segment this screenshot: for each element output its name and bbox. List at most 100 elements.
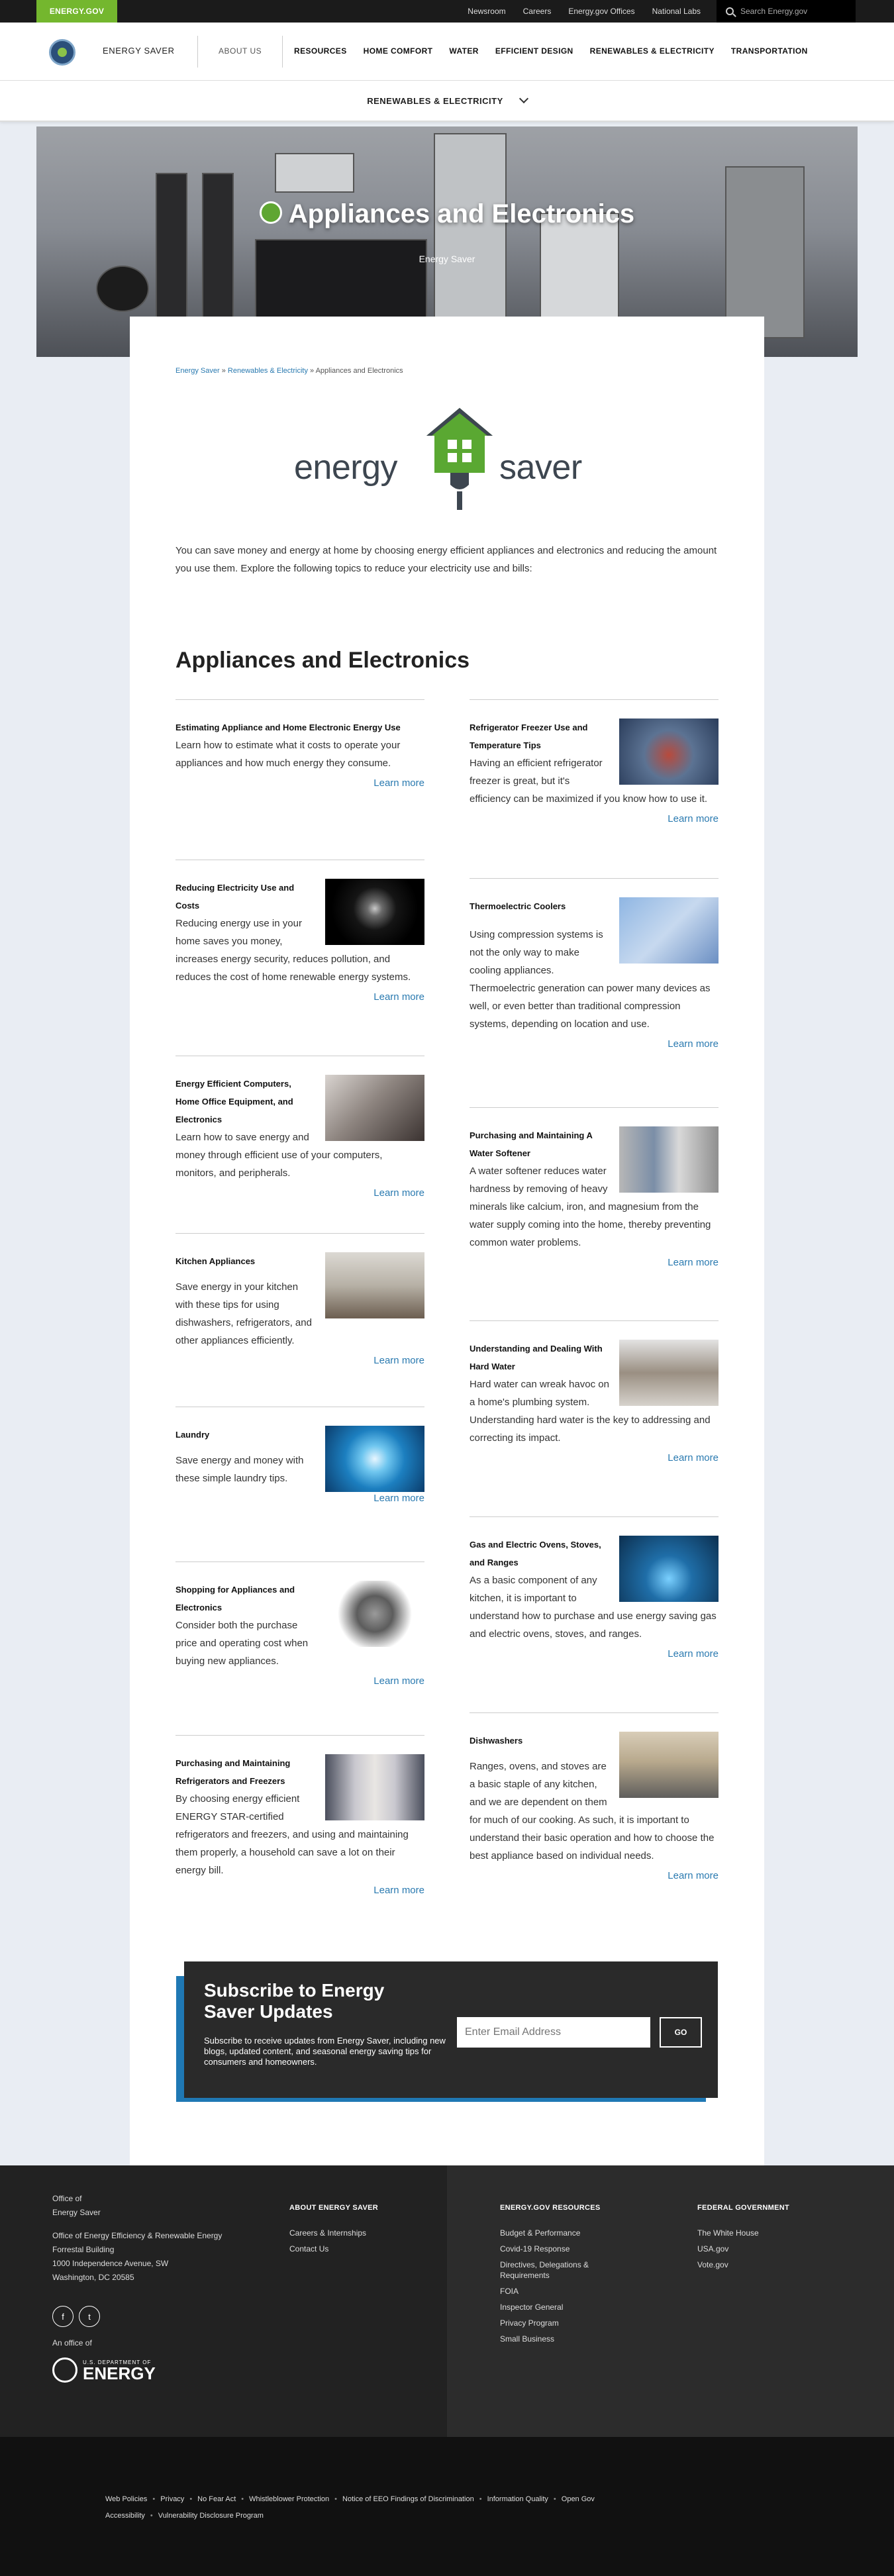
office-of-label: Office of bbox=[52, 2194, 82, 2203]
legal-link-web-policies[interactable]: Web Policies bbox=[105, 2495, 147, 2503]
learn-more-link[interactable]: Learn more bbox=[175, 777, 424, 789]
page-title-text: Appliances and Electronics bbox=[288, 199, 635, 228]
legal-bar: Web Policies • Privacy • No Fear Act • Whistle… bbox=[0, 2437, 894, 2576]
page-title: Appliances and Electronics bbox=[36, 199, 858, 229]
footer-link[interactable]: The White House bbox=[697, 2228, 817, 2238]
fridge-image bbox=[434, 133, 507, 345]
footer-link[interactable]: Small Business bbox=[500, 2334, 619, 2344]
learn-more-link[interactable]: Learn more bbox=[470, 1038, 719, 1050]
breadcrumb-section[interactable]: Renewables & Electricity bbox=[228, 367, 308, 375]
site-name-link[interactable]: ENERGY SAVER bbox=[103, 46, 175, 56]
nav-item-resources[interactable]: RESOURCES bbox=[294, 46, 347, 56]
nav-item-transportation[interactable]: TRANSPORTATION bbox=[731, 46, 808, 56]
footer-link[interactable]: Contact Us bbox=[289, 2244, 409, 2254]
footer-heading: ENERGY.GOV RESOURCES bbox=[500, 2204, 601, 2212]
subscribe-go-button[interactable]: GO bbox=[660, 2017, 702, 2048]
nav-item-renewables[interactable]: RENEWABLES & ELECTRICITY bbox=[590, 46, 715, 56]
footer-link[interactable]: FOIA bbox=[500, 2286, 619, 2297]
learn-more-link[interactable]: Learn more bbox=[470, 1648, 719, 1660]
breadcrumb-sep: » bbox=[219, 367, 228, 375]
learn-more-link[interactable]: Learn more bbox=[175, 1493, 424, 1504]
office-building: Forrestal Building bbox=[52, 2245, 115, 2254]
footer-heading: ABOUT ENERGY SAVER bbox=[289, 2204, 378, 2212]
search-icon bbox=[726, 7, 734, 15]
footer-link[interactable]: Careers & Internships bbox=[289, 2228, 409, 2238]
doe-seal-icon[interactable] bbox=[49, 39, 75, 66]
topic-title[interactable]: Estimating Appliance and Home Electronic… bbox=[175, 718, 424, 736]
footer-link[interactable]: Budget & Performance bbox=[500, 2228, 619, 2238]
energy-saver-house-icon bbox=[259, 201, 282, 224]
doe-logo-big-text: ENERGY bbox=[83, 2363, 156, 2383]
topic-card: Refrigerator Freezer Use and Temperature… bbox=[470, 699, 719, 878]
legal-link-open-gov[interactable]: Open Gov bbox=[562, 2495, 595, 2503]
nav-menu: RESOURCES HOME COMFORT WATER EFFICIENT D… bbox=[294, 46, 824, 56]
nav-divider bbox=[282, 36, 283, 68]
footer-link[interactable]: Covid-19 Response bbox=[500, 2244, 619, 2254]
subscribe-description: Subscribe to receive updates from Energy… bbox=[204, 2036, 446, 2067]
twitter-icon[interactable]: t bbox=[79, 2306, 100, 2327]
footer-link[interactable]: Directives, Delegations & Requirements bbox=[500, 2259, 619, 2281]
legal-link-no-fear-act[interactable]: No Fear Act bbox=[197, 2495, 236, 2503]
legal-link-vulnerability-disclosure[interactable]: Vulnerability Disclosure Program bbox=[158, 2512, 264, 2520]
section-dropdown-label: RENEWABLES & ELECTRICITY bbox=[367, 95, 503, 106]
footer-federal-column: FEDERAL GOVERNMENT The White House USA.g… bbox=[697, 2204, 817, 2275]
learn-more-link[interactable]: Learn more bbox=[470, 1257, 719, 1268]
utility-link-careers[interactable]: Careers bbox=[523, 7, 552, 16]
footer-link[interactable]: Vote.gov bbox=[697, 2259, 817, 2270]
utility-link-labs[interactable]: National Labs bbox=[652, 7, 701, 16]
gas-burner-image bbox=[619, 1536, 719, 1602]
learn-more-link[interactable]: Learn more bbox=[470, 813, 719, 824]
search-placeholder: Search Energy.gov bbox=[740, 7, 808, 16]
utility-link-offices[interactable]: Energy.gov Offices bbox=[568, 7, 634, 16]
learn-more-link[interactable]: Learn more bbox=[175, 1675, 424, 1687]
footer-link[interactable]: Privacy Program bbox=[500, 2318, 619, 2328]
utility-link-newsroom[interactable]: Newsroom bbox=[468, 7, 505, 16]
footer-link[interactable]: Inspector General bbox=[500, 2302, 619, 2312]
search-input[interactable]: Search Energy.gov bbox=[717, 0, 856, 23]
water-softener-image bbox=[619, 1126, 719, 1193]
topic-card: Laundry Save energy and money with these… bbox=[175, 1407, 424, 1561]
speaker-image bbox=[96, 266, 149, 312]
refrigerator-image bbox=[325, 1754, 424, 1820]
microwave-image bbox=[275, 153, 354, 193]
topic-card: Understanding and Dealing With Hard Wate… bbox=[470, 1320, 719, 1516]
breadcrumb-home[interactable]: Energy Saver bbox=[175, 367, 220, 375]
topic-card: Kitchen Appliances Save energy in your k… bbox=[175, 1233, 424, 1407]
legal-link-privacy[interactable]: Privacy bbox=[160, 2495, 184, 2503]
learn-more-link[interactable]: Learn more bbox=[175, 1355, 424, 1366]
nav-about-us[interactable]: ABOUT US bbox=[219, 46, 262, 56]
footer-resources-column: ENERGY.GOV RESOURCES Budget & Performanc… bbox=[500, 2204, 619, 2350]
energy-gov-home-link[interactable]: ENERGY.GOV bbox=[36, 0, 117, 23]
legal-link-information-quality[interactable]: Information Quality bbox=[487, 2495, 548, 2503]
learn-more-link[interactable]: Learn more bbox=[175, 1187, 424, 1199]
office-name[interactable]: Energy Saver bbox=[52, 2206, 222, 2220]
office-parent[interactable]: Office of Energy Efficiency & Renewable … bbox=[52, 2229, 222, 2243]
nav-item-home-comfort[interactable]: HOME COMFORT bbox=[364, 46, 433, 56]
an-office-of-label: An office of bbox=[52, 2338, 92, 2348]
email-field[interactable] bbox=[457, 2017, 650, 2048]
dollar-sign-image bbox=[325, 879, 424, 945]
house-plug-icon bbox=[426, 408, 493, 510]
learn-more-link[interactable]: Learn more bbox=[470, 1870, 719, 1881]
legal-link-whistleblower[interactable]: Whistleblower Protection bbox=[249, 2495, 329, 2503]
learn-more-link[interactable]: Learn more bbox=[470, 1452, 719, 1463]
legal-link-accessibility[interactable]: Accessibility bbox=[105, 2512, 145, 2520]
breadcrumb-current: Appliances and Electronics bbox=[315, 367, 403, 375]
learn-more-link[interactable]: Learn more bbox=[175, 991, 424, 1003]
topics-left-column: Estimating Appliance and Home Electronic… bbox=[175, 699, 424, 1948]
nav-divider bbox=[197, 36, 198, 68]
doe-logo[interactable]: U.S. DEPARTMENT OF ENERGY bbox=[52, 2357, 156, 2383]
computer-image bbox=[325, 1075, 424, 1141]
nav-item-water[interactable]: WATER bbox=[449, 46, 478, 56]
nav-item-efficient-design[interactable]: EFFICIENT DESIGN bbox=[495, 46, 573, 56]
section-dropdown[interactable]: RENEWABLES & ELECTRICITY bbox=[0, 81, 894, 122]
faucet-image bbox=[619, 1340, 719, 1406]
footer-about-column: ABOUT ENERGY SAVER Careers & Internships… bbox=[289, 2204, 409, 2259]
hero-subtitle: Energy Saver bbox=[419, 254, 475, 264]
footer-link[interactable]: USA.gov bbox=[697, 2244, 817, 2254]
learn-more-link[interactable]: Learn more bbox=[175, 1885, 424, 1896]
facebook-icon[interactable]: f bbox=[52, 2306, 74, 2327]
top-utility-bar: ENERGY.GOV Newsroom Careers Energy.gov O… bbox=[0, 0, 894, 23]
topic-card: Gas and Electric Ovens, Stoves, and Rang… bbox=[470, 1516, 719, 1712]
legal-link-eeo[interactable]: Notice of EEO Findings of Discrimination bbox=[342, 2495, 474, 2503]
